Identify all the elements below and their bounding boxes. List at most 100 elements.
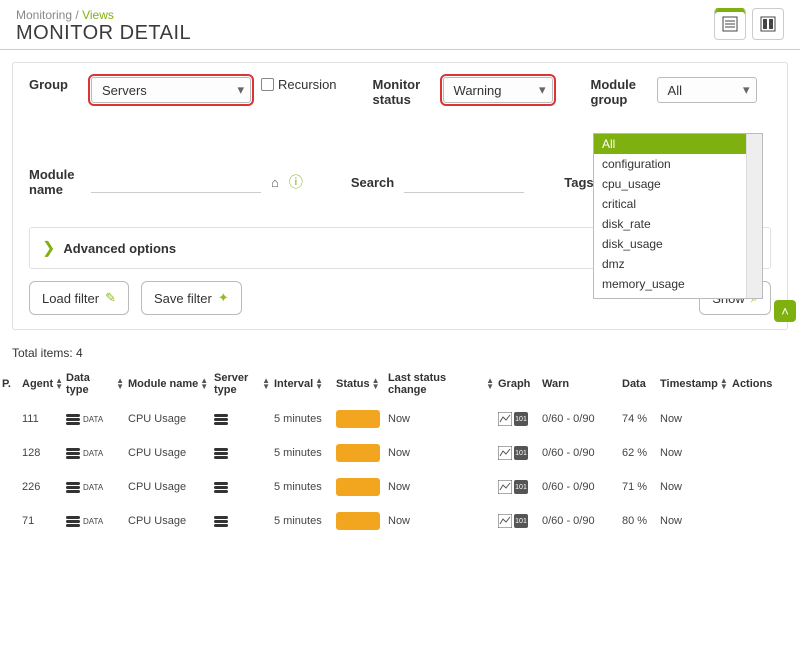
col-ts[interactable]: Timestamp ▲▼	[658, 366, 730, 402]
search-input[interactable]	[404, 171, 524, 193]
servertype-cell	[212, 504, 272, 538]
module-group-select[interactable]: All ▾	[657, 77, 757, 103]
col-graph[interactable]: Graph	[496, 366, 540, 402]
graph-cell: 101	[496, 470, 540, 504]
module-name-label: Module name	[29, 167, 81, 197]
chart-icon[interactable]	[498, 446, 512, 460]
search-label: Search	[351, 175, 394, 190]
status-cell	[334, 504, 386, 538]
agent-cell[interactable]: 111	[20, 402, 64, 436]
status-warning-icon	[336, 478, 380, 496]
warn-cell: 0/60 - 0/90	[540, 436, 620, 470]
tag-option[interactable]: cpu_usage	[594, 174, 746, 194]
database-icon	[66, 414, 80, 425]
breadcrumb-leaf[interactable]: Views	[82, 8, 114, 22]
warn-cell: 0/60 - 0/90	[540, 402, 620, 436]
status-cell	[334, 402, 386, 436]
chevron-down-icon: ▾	[539, 82, 546, 98]
checkbox-icon	[261, 78, 274, 91]
modulename-cell[interactable]: CPU Usage	[126, 436, 212, 470]
tag-option[interactable]: disk_rate	[594, 214, 746, 234]
col-stype[interactable]: Server type ▲▼	[212, 366, 272, 402]
lsc-cell: Now	[386, 470, 496, 504]
breadcrumb: Monitoring / Views	[16, 8, 191, 22]
database-icon	[214, 448, 228, 459]
policy-cell	[0, 470, 20, 504]
modulename-cell[interactable]: CPU Usage	[126, 402, 212, 436]
agent-cell[interactable]: 128	[20, 436, 64, 470]
col-actions[interactable]: Actions	[730, 366, 778, 402]
col-warn[interactable]: Warn	[540, 366, 620, 402]
graph-cell: 101	[496, 436, 540, 470]
raw-data-icon[interactable]: 101	[514, 514, 528, 528]
tag-option[interactable]: memory_usage	[594, 274, 746, 294]
col-data[interactable]: Data	[620, 366, 658, 402]
col-status[interactable]: Status ▲▼	[334, 366, 386, 402]
actions-cell[interactable]	[730, 470, 778, 504]
database-icon	[66, 482, 80, 493]
chevron-right-icon: ❯	[42, 238, 55, 258]
load-filter-button[interactable]: Load filter ✎	[29, 281, 129, 315]
col-lsc[interactable]: Last status change ▲▼	[386, 366, 496, 402]
chart-icon[interactable]	[498, 412, 512, 426]
raw-data-icon[interactable]: 101	[514, 446, 528, 460]
modulename-cell[interactable]: CPU Usage	[126, 470, 212, 504]
interval-cell: 5 minutes	[272, 402, 334, 436]
data-cell: 71 %	[620, 470, 658, 504]
database-icon	[214, 414, 228, 425]
total-items: Total items: 4	[0, 342, 800, 366]
col-agent[interactable]: Agent ▲▼	[20, 366, 64, 402]
ts-cell: Now	[658, 436, 730, 470]
view-switch	[714, 8, 784, 40]
raw-data-icon[interactable]: 101	[514, 480, 528, 494]
tags-listbox[interactable]: Allconfigurationcpu_usagecriticaldisk_ra…	[593, 133, 763, 299]
scrollbar[interactable]	[746, 134, 762, 298]
recursion-checkbox[interactable]: Recursion	[261, 77, 337, 92]
actions-cell[interactable]	[730, 436, 778, 470]
module-name-input[interactable]	[91, 171, 261, 193]
save-filter-button[interactable]: Save filter ✦	[141, 281, 242, 315]
graph-cell: 101	[496, 402, 540, 436]
tag-option[interactable]: dmz	[594, 254, 746, 274]
chart-icon[interactable]	[498, 514, 512, 528]
warn-cell: 0/60 - 0/90	[540, 504, 620, 538]
col-p[interactable]: P.	[0, 366, 20, 402]
chevron-up-icon: ˄	[781, 304, 789, 319]
monitor-icon: ⌂	[271, 175, 279, 190]
raw-data-icon[interactable]: 101	[514, 412, 528, 426]
group-select[interactable]: Servers ▾	[91, 77, 251, 103]
tag-option[interactable]: network	[594, 294, 746, 298]
database-icon	[66, 448, 80, 459]
data-cell: 80 %	[620, 504, 658, 538]
modulename-cell[interactable]: CPU Usage	[126, 504, 212, 538]
view-card-icon[interactable]	[752, 8, 784, 40]
agent-cell[interactable]: 71	[20, 504, 64, 538]
lsc-cell: Now	[386, 402, 496, 436]
servertype-cell	[212, 436, 272, 470]
chart-icon[interactable]	[498, 480, 512, 494]
scroll-top-button[interactable]: ˄	[774, 300, 796, 322]
col-mname[interactable]: Module name ▲▼	[126, 366, 212, 402]
agent-cell[interactable]: 226	[20, 470, 64, 504]
tag-option[interactable]: All	[594, 134, 746, 154]
col-interval[interactable]: Interval ▲▼	[272, 366, 334, 402]
ts-cell: Now	[658, 402, 730, 436]
info-icon[interactable]: ⓘ	[289, 172, 303, 192]
actions-cell[interactable]	[730, 504, 778, 538]
actions-cell[interactable]	[730, 402, 778, 436]
database-icon	[214, 516, 228, 527]
tag-option[interactable]: disk_usage	[594, 234, 746, 254]
breadcrumb-root[interactable]: Monitoring	[16, 8, 72, 22]
data-cell: 74 %	[620, 402, 658, 436]
tag-option[interactable]: critical	[594, 194, 746, 214]
col-dtype[interactable]: Data type ▲▼	[64, 366, 126, 402]
warn-cell: 0/60 - 0/90	[540, 470, 620, 504]
page-title: MONITOR DETAIL	[16, 22, 191, 45]
status-warning-icon	[336, 444, 380, 462]
interval-cell: 5 minutes	[272, 470, 334, 504]
tag-option[interactable]: configuration	[594, 154, 746, 174]
monitor-status-select[interactable]: Warning ▾	[443, 77, 553, 103]
servertype-cell	[212, 470, 272, 504]
page-header: Monitoring / Views MONITOR DETAIL	[0, 0, 800, 50]
view-list-icon[interactable]	[714, 8, 746, 40]
